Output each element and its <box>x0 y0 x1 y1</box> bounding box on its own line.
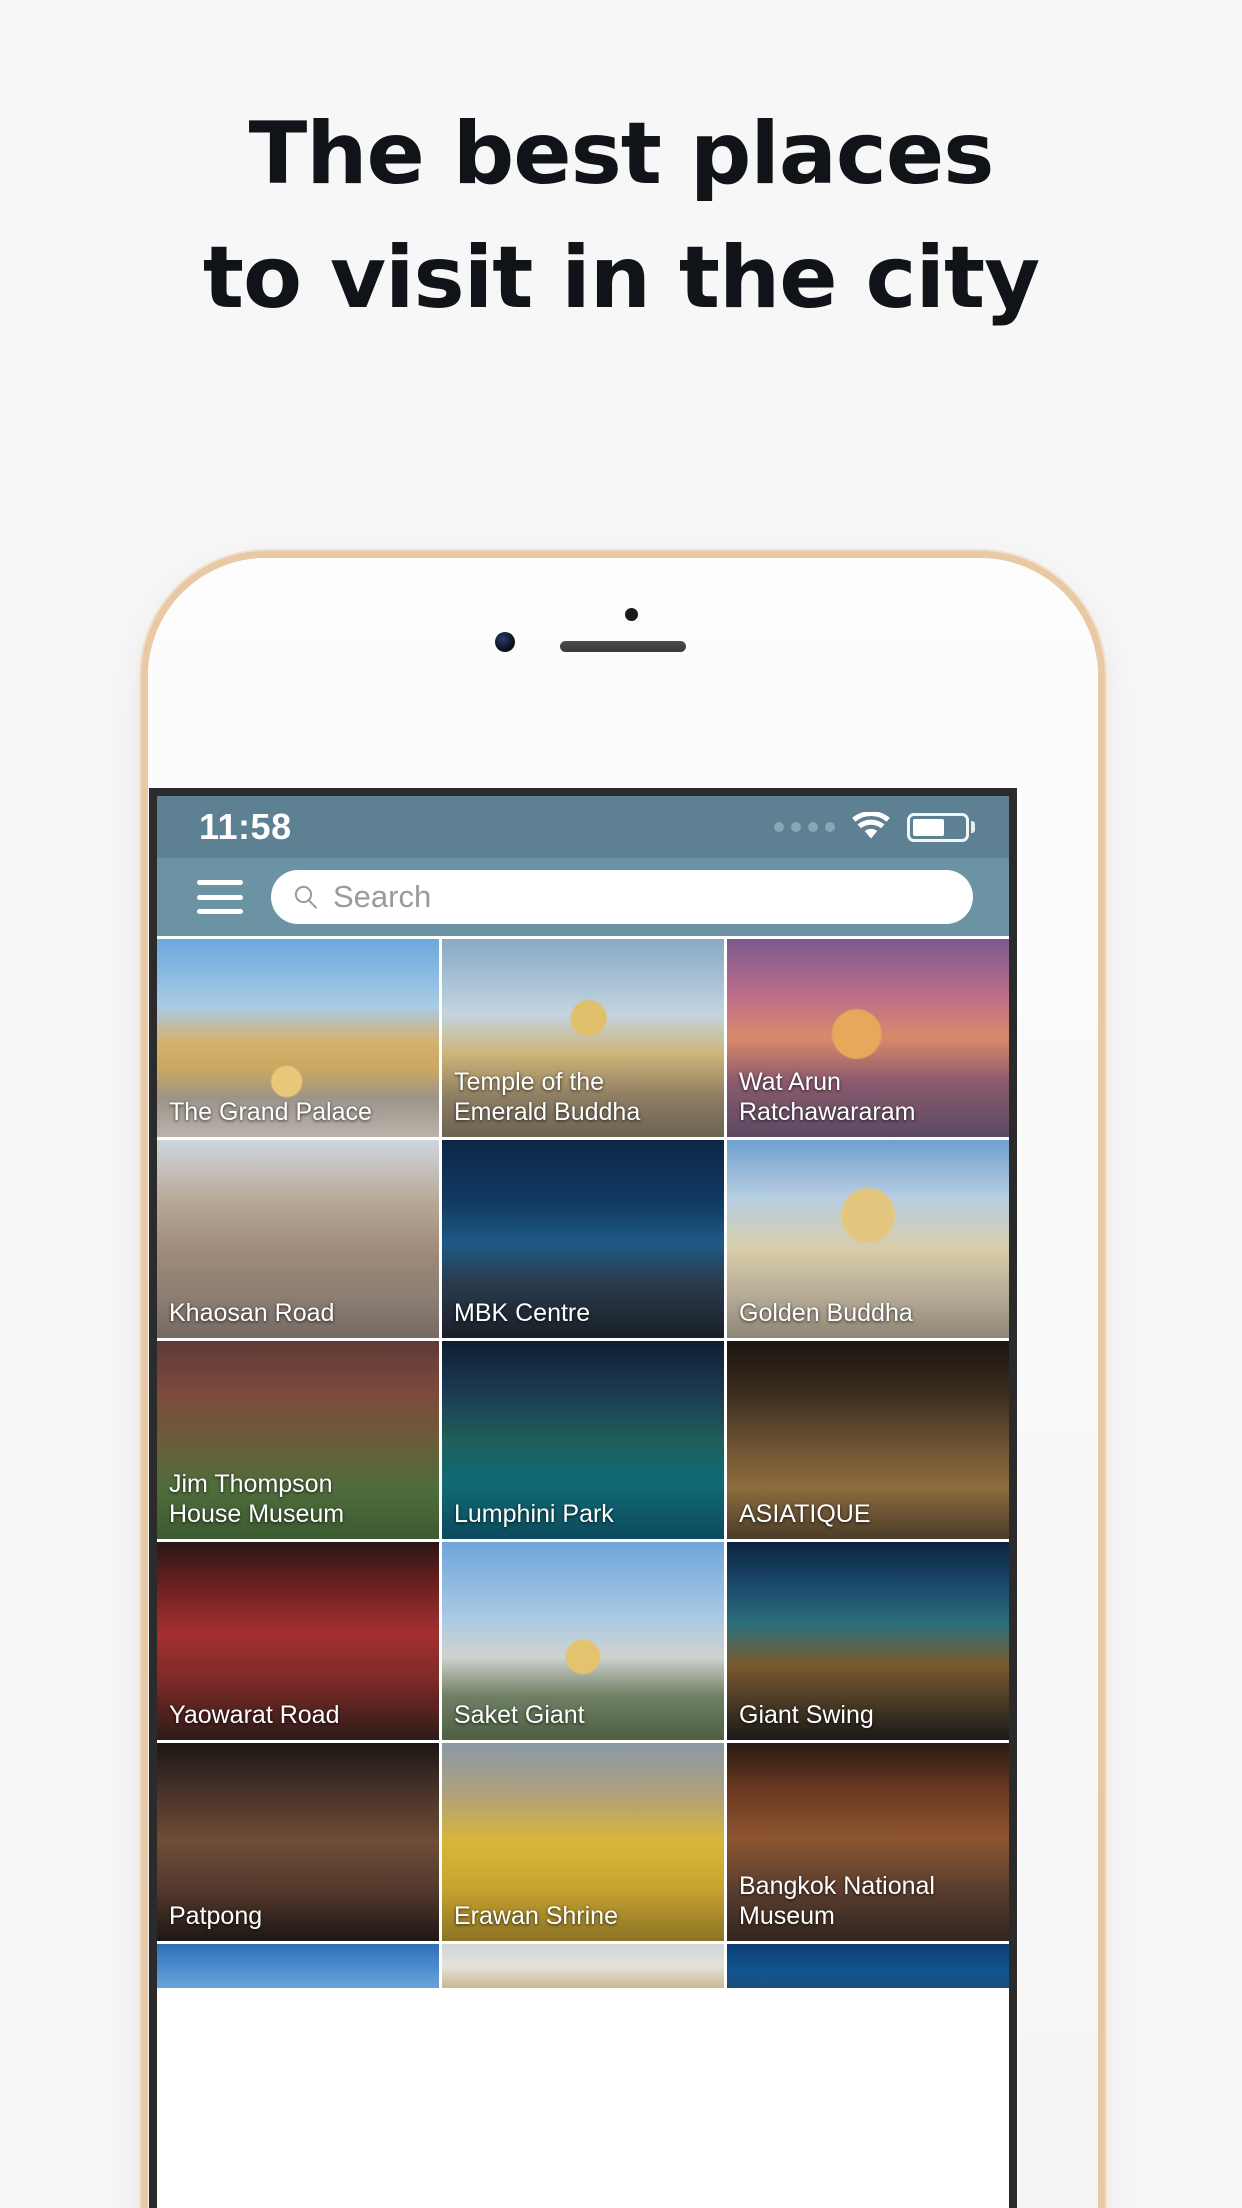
place-photo <box>442 1944 724 1988</box>
place-tile[interactable]: Erawan Shrine <box>442 1743 724 1941</box>
app-navigation-bar: Search <box>157 858 1009 936</box>
place-label: Temple of the Emerald Buddha <box>454 1068 641 1126</box>
proximity-sensor-icon <box>625 608 638 621</box>
place-label: ASIATIQUE <box>739 1500 871 1528</box>
place-tile[interactable]: The Grand Palace <box>157 939 439 1137</box>
place-label: Patpong <box>169 1902 263 1930</box>
place-tile[interactable]: Bangkok National Museum <box>727 1743 1009 1941</box>
place-tile[interactable]: Golden Buddha <box>727 1140 1009 1338</box>
phone-body: 11:58 Search The Grand Palace Temple of … <box>148 558 1098 2208</box>
place-tile[interactable]: Saket Giant <box>442 1542 724 1740</box>
place-tile[interactable]: Jim Thompson House Museum <box>157 1341 439 1539</box>
phone-screen: 11:58 Search The Grand Palace Temple of … <box>157 796 1009 2208</box>
place-label: Khaosan Road <box>169 1299 335 1327</box>
place-label: The Grand Palace <box>169 1098 372 1126</box>
place-label: Wat Arun Ratchawararam <box>739 1068 916 1126</box>
place-photo <box>157 1944 439 1988</box>
place-tile[interactable]: Giant Swing <box>727 1542 1009 1740</box>
place-label: Erawan Shrine <box>454 1902 618 1930</box>
place-label: Bangkok National Museum <box>739 1872 935 1930</box>
place-tile[interactable] <box>157 1944 439 1988</box>
place-label: Giant Swing <box>739 1701 874 1729</box>
place-tile[interactable]: Patpong <box>157 1743 439 1941</box>
headline-line-1: The best places <box>248 104 995 204</box>
place-photo <box>727 1944 1009 1988</box>
search-icon <box>294 885 317 909</box>
place-tile[interactable]: ASIATIQUE <box>727 1341 1009 1539</box>
search-placeholder: Search <box>333 879 432 914</box>
status-bar: 11:58 <box>157 796 1009 858</box>
battery-icon <box>907 812 975 842</box>
hamburger-menu-icon[interactable] <box>197 880 243 914</box>
place-label: Lumphini Park <box>454 1500 614 1528</box>
place-label: Yaowarat Road <box>169 1701 340 1729</box>
poster-page: The best places to visit in the city 11:… <box>0 0 1242 2208</box>
wifi-icon <box>852 812 890 839</box>
place-label: Golden Buddha <box>739 1299 913 1327</box>
place-tile[interactable]: Yaowarat Road <box>157 1542 439 1740</box>
places-grid: The Grand Palace Temple of the Emerald Bud… <box>157 936 1009 1988</box>
place-tile[interactable] <box>727 1944 1009 1988</box>
place-tile[interactable]: Khaosan Road <box>157 1140 439 1338</box>
status-time: 11:58 <box>199 806 292 847</box>
earpiece-speaker <box>560 641 686 652</box>
place-tile[interactable]: Lumphini Park <box>442 1341 724 1539</box>
status-indicators <box>774 812 975 842</box>
signal-dots-icon <box>774 822 835 832</box>
place-tile[interactable]: Temple of the Emerald Buddha <box>442 939 724 1137</box>
page-title: The best places to visit in the city <box>0 92 1242 340</box>
phone-mockup: 11:58 Search The Grand Palace Temple of … <box>148 558 1098 2208</box>
place-label: Saket Giant <box>454 1701 585 1729</box>
search-input[interactable]: Search <box>271 870 973 924</box>
front-camera-icon <box>495 632 515 652</box>
headline-line-2: to visit in the city <box>202 228 1040 328</box>
place-label: Jim Thompson House Museum <box>169 1470 345 1528</box>
place-label: MBK Centre <box>454 1299 591 1327</box>
place-tile[interactable]: Wat Arun Ratchawararam <box>727 939 1009 1137</box>
place-tile[interactable]: MBK Centre <box>442 1140 724 1338</box>
place-tile[interactable] <box>442 1944 724 1988</box>
